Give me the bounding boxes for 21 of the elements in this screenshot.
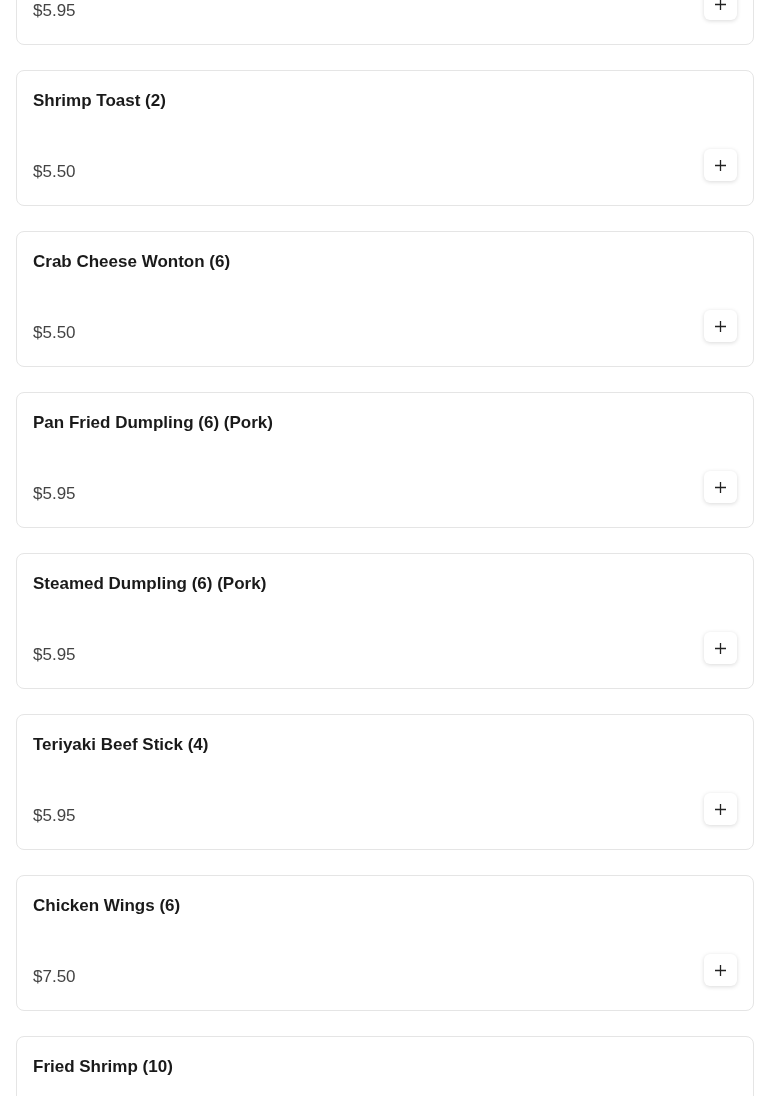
item-name: Pan Fried Dumpling (6) (Pork) (33, 412, 274, 434)
plus-icon (715, 320, 726, 332)
item-name: Chicken Wings (6) (33, 895, 182, 917)
item-price: $5.95 (33, 805, 76, 827)
item-name: Fried Shrimp (10) (33, 1056, 174, 1078)
plus-icon (715, 481, 726, 493)
item-name: Steamed Dumpling (6) (Pork) (33, 573, 268, 595)
item-name: Teriyaki Beef Stick (4) (33, 734, 210, 756)
item-price: $5.50 (33, 322, 76, 344)
item-price: $7.50 (33, 966, 76, 988)
item-price: $5.50 (33, 161, 76, 183)
plus-icon (715, 803, 726, 815)
plus-icon (715, 159, 726, 171)
plus-icon (715, 642, 726, 654)
item-name: Crab Cheese Wonton (6) (33, 251, 232, 273)
item-name: Shrimp Toast (2) (33, 90, 167, 112)
plus-icon (715, 964, 726, 976)
item-price: $5.95 (33, 644, 76, 666)
item-price: $5.95 (33, 483, 76, 505)
plus-icon (715, 0, 726, 10)
item-price: $5.95 (33, 0, 76, 22)
